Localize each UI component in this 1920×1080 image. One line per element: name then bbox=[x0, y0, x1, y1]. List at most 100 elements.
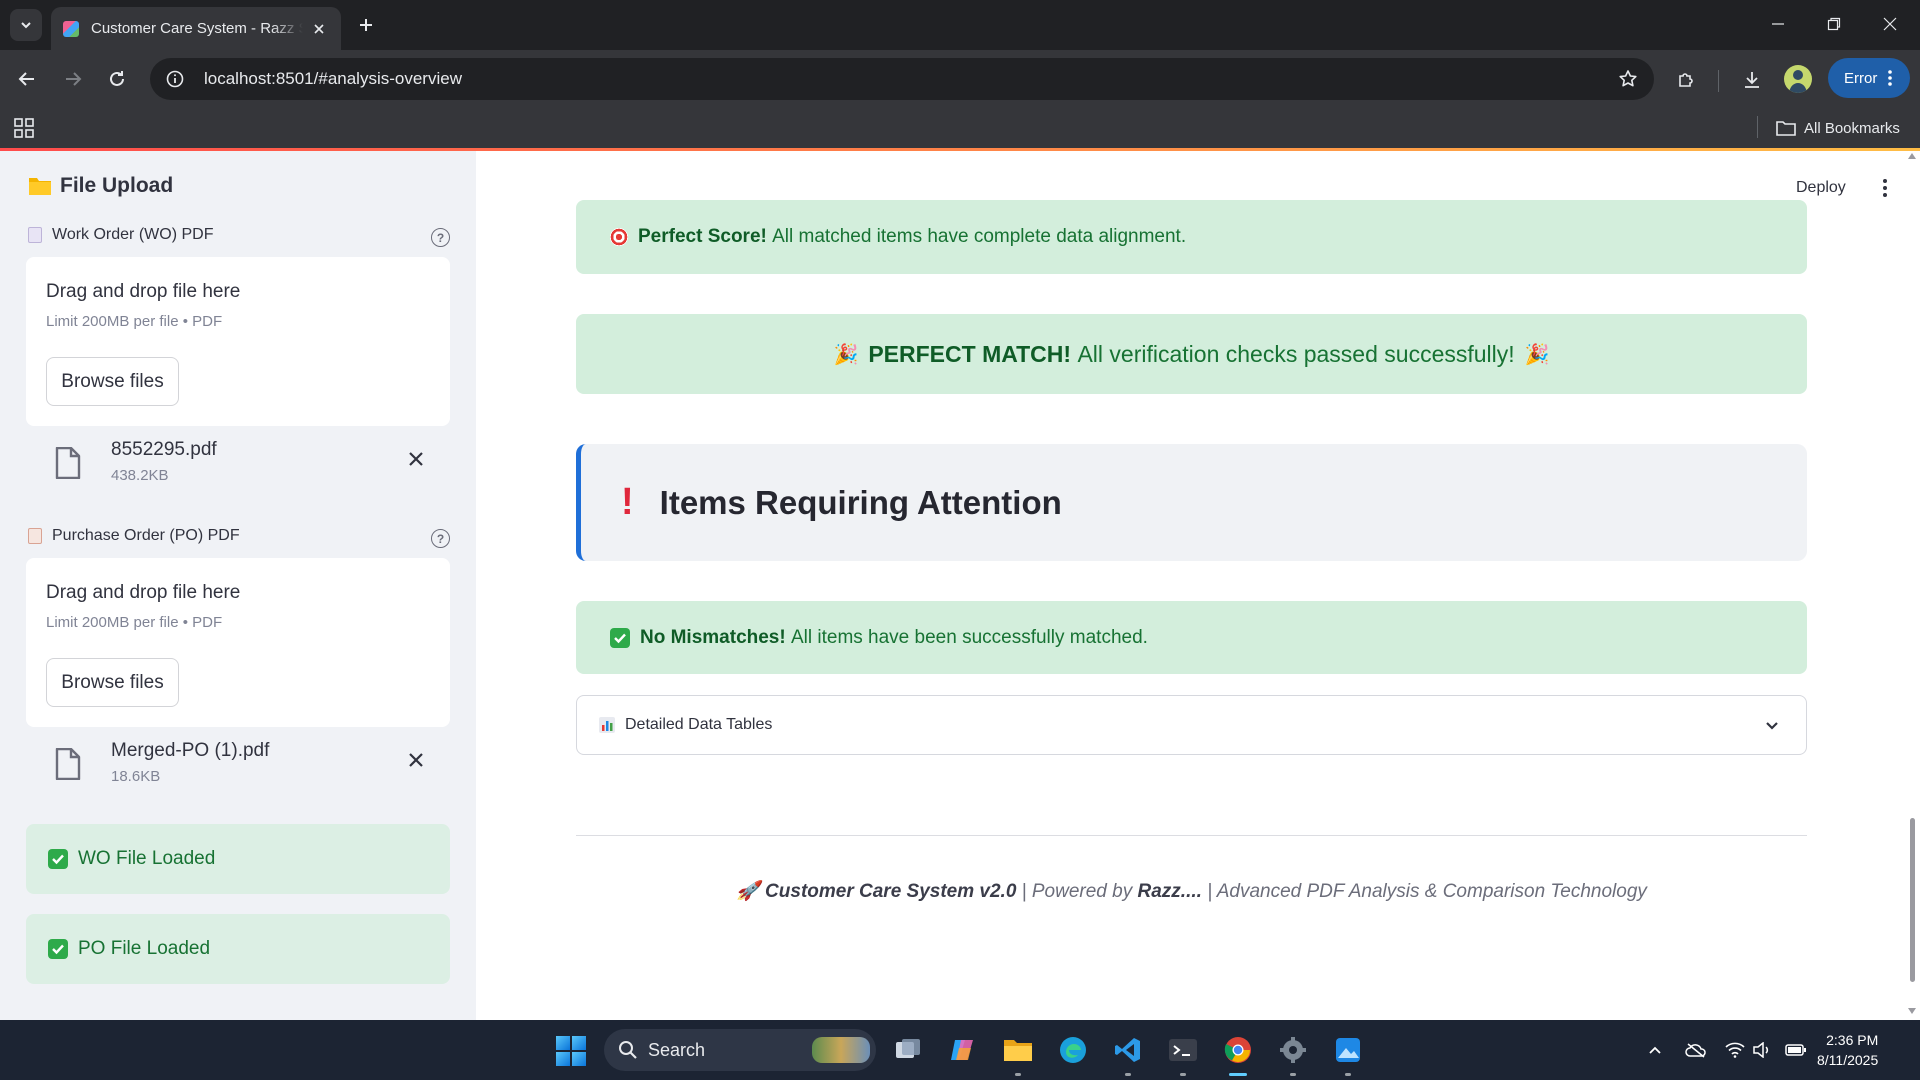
po-remove-file-button[interactable] bbox=[404, 748, 428, 772]
po-upload-label-text: Purchase Order (PO) PDF bbox=[52, 527, 240, 544]
close-icon bbox=[409, 753, 423, 767]
sidebar: File Upload Work Order (WO) PDF ? Drag a… bbox=[0, 151, 476, 1020]
running-indicator bbox=[1345, 1073, 1351, 1076]
main-menu-button[interactable] bbox=[1874, 177, 1896, 199]
running-indicator bbox=[1125, 1073, 1131, 1076]
scrollbar-thumb[interactable] bbox=[1910, 818, 1915, 982]
taskbar-search[interactable]: Search bbox=[604, 1029, 876, 1071]
settings-button[interactable] bbox=[1275, 1032, 1311, 1076]
attention-title: Items Requiring Attention bbox=[659, 483, 1062, 521]
speaker-icon bbox=[1753, 1042, 1769, 1058]
scroll-up-arrow[interactable] bbox=[1908, 153, 1916, 159]
expander-label: Detailed Data Tables bbox=[625, 716, 773, 733]
po-file-size: 18.6KB bbox=[111, 768, 161, 785]
edge-icon bbox=[1060, 1037, 1086, 1063]
close-icon bbox=[1883, 17, 1897, 31]
file-icon bbox=[55, 748, 81, 780]
search-icon bbox=[619, 1041, 637, 1059]
edge-button[interactable] bbox=[1055, 1032, 1091, 1068]
file-icon bbox=[55, 447, 81, 479]
puzzle-icon bbox=[1679, 73, 1693, 87]
close-window-button[interactable] bbox=[1862, 0, 1918, 48]
task-view-button[interactable] bbox=[890, 1032, 926, 1068]
target-icon bbox=[610, 228, 628, 246]
copilot-button[interactable] bbox=[945, 1032, 981, 1068]
vscode-button[interactable] bbox=[1110, 1032, 1146, 1076]
reload-icon bbox=[110, 71, 124, 86]
po-dropzone[interactable]: Drag and drop file here Limit 200MB per … bbox=[26, 558, 450, 727]
sidebar-title: File Upload bbox=[28, 174, 173, 198]
profile-avatar[interactable] bbox=[1784, 65, 1812, 93]
reload-button[interactable] bbox=[101, 63, 133, 95]
all-bookmarks-button[interactable]: All Bookmarks bbox=[1776, 114, 1900, 142]
restore-icon bbox=[1827, 17, 1841, 31]
onedrive-tray-icon[interactable] bbox=[1684, 1038, 1708, 1062]
party-popper-icon: 🎉 bbox=[1524, 343, 1550, 366]
wo-browse-button[interactable]: Browse files bbox=[46, 357, 179, 406]
vscode-icon bbox=[1115, 1038, 1140, 1062]
bookmark-star-icon[interactable] bbox=[1610, 61, 1646, 97]
perfect-match-bold: PERFECT MATCH! bbox=[868, 340, 1072, 367]
perfect-score-bold: Perfect Score! bbox=[638, 226, 767, 247]
browser-tab[interactable]: Customer Care System - Razz Streamlit bbox=[51, 7, 341, 50]
wo-dropzone[interactable]: Drag and drop file here Limit 200MB per … bbox=[26, 257, 450, 426]
chevron-up-icon bbox=[1649, 1046, 1661, 1054]
tab-search-button[interactable] bbox=[10, 9, 42, 41]
terminal-button[interactable] bbox=[1165, 1032, 1201, 1076]
extensions-button[interactable] bbox=[1669, 63, 1703, 97]
po-browse-button[interactable]: Browse files bbox=[46, 658, 179, 707]
forward-button[interactable] bbox=[57, 63, 89, 95]
rocket-icon: 🚀 bbox=[736, 881, 760, 902]
site-info-icon[interactable] bbox=[164, 68, 186, 90]
windows-taskbar: Search 2:36 PM 8/11/2025 bbox=[0, 1020, 1920, 1080]
wo-remove-file-button[interactable] bbox=[404, 447, 428, 471]
close-icon bbox=[409, 452, 423, 466]
perfect-score-alert: Perfect Score! All matched items have co… bbox=[576, 200, 1807, 274]
show-hidden-icons-button[interactable] bbox=[1643, 1038, 1667, 1062]
minimize-icon bbox=[1772, 23, 1784, 25]
folder-icon bbox=[1004, 1040, 1032, 1061]
active-indicator bbox=[1229, 1073, 1247, 1076]
start-button[interactable] bbox=[556, 1036, 586, 1066]
windows-logo-icon bbox=[556, 1036, 570, 1050]
check-box-icon bbox=[48, 849, 68, 869]
minimize-button[interactable] bbox=[1750, 0, 1806, 48]
back-button[interactable] bbox=[11, 63, 43, 95]
wo-help-icon[interactable]: ? bbox=[431, 228, 450, 247]
po-help-icon[interactable]: ? bbox=[431, 529, 450, 548]
battery-tray-icon[interactable] bbox=[1784, 1038, 1808, 1062]
downloads-button[interactable] bbox=[1735, 63, 1769, 97]
restore-button[interactable] bbox=[1806, 0, 1862, 48]
po-file-name: Merged-PO (1).pdf bbox=[111, 740, 270, 761]
browser-toolbar: localhost:8501/#analysis-overview Error bbox=[0, 50, 1920, 108]
check-box-icon bbox=[48, 939, 68, 959]
toolbar-divider bbox=[1718, 70, 1719, 92]
apps-grid-icon[interactable] bbox=[12, 116, 36, 140]
po-loaded-text: PO File Loaded bbox=[78, 938, 211, 959]
search-highlight-image bbox=[812, 1037, 870, 1063]
perfect-match-text: All verification checks passed successfu… bbox=[1077, 340, 1515, 367]
chrome-button[interactable] bbox=[1220, 1032, 1256, 1076]
clipboard-icon bbox=[28, 528, 42, 544]
clock-date: 8/11/2025 bbox=[1817, 1052, 1879, 1068]
address-bar[interactable]: localhost:8501/#analysis-overview bbox=[150, 58, 1654, 100]
scroll-down-arrow[interactable] bbox=[1908, 1008, 1916, 1014]
footer-app-name: Customer Care System v2.0 bbox=[765, 881, 1017, 902]
url-text[interactable]: localhost:8501/#analysis-overview bbox=[204, 69, 1610, 89]
taskbar-search-placeholder: Search bbox=[648, 1039, 706, 1060]
tab-close-icon[interactable] bbox=[309, 19, 329, 39]
wifi-tray-icon[interactable] bbox=[1723, 1038, 1747, 1062]
photos-button[interactable] bbox=[1330, 1032, 1366, 1076]
detailed-data-expander[interactable]: Detailed Data Tables bbox=[576, 695, 1807, 755]
deploy-button[interactable]: Deploy bbox=[1796, 179, 1846, 197]
system-clock[interactable]: 2:36 PM 8/11/2025 bbox=[1817, 1030, 1878, 1070]
arrow-left-icon bbox=[18, 72, 34, 86]
new-tab-button[interactable] bbox=[352, 11, 380, 39]
document-icon bbox=[28, 227, 42, 243]
bookmarks-divider bbox=[1757, 116, 1758, 138]
footer-divider bbox=[576, 835, 1807, 836]
profile-error-button[interactable]: Error bbox=[1828, 58, 1910, 98]
volume-tray-icon[interactable] bbox=[1750, 1038, 1774, 1062]
file-explorer-button[interactable] bbox=[1000, 1032, 1036, 1076]
profile-error-label: Error bbox=[1844, 69, 1878, 87]
